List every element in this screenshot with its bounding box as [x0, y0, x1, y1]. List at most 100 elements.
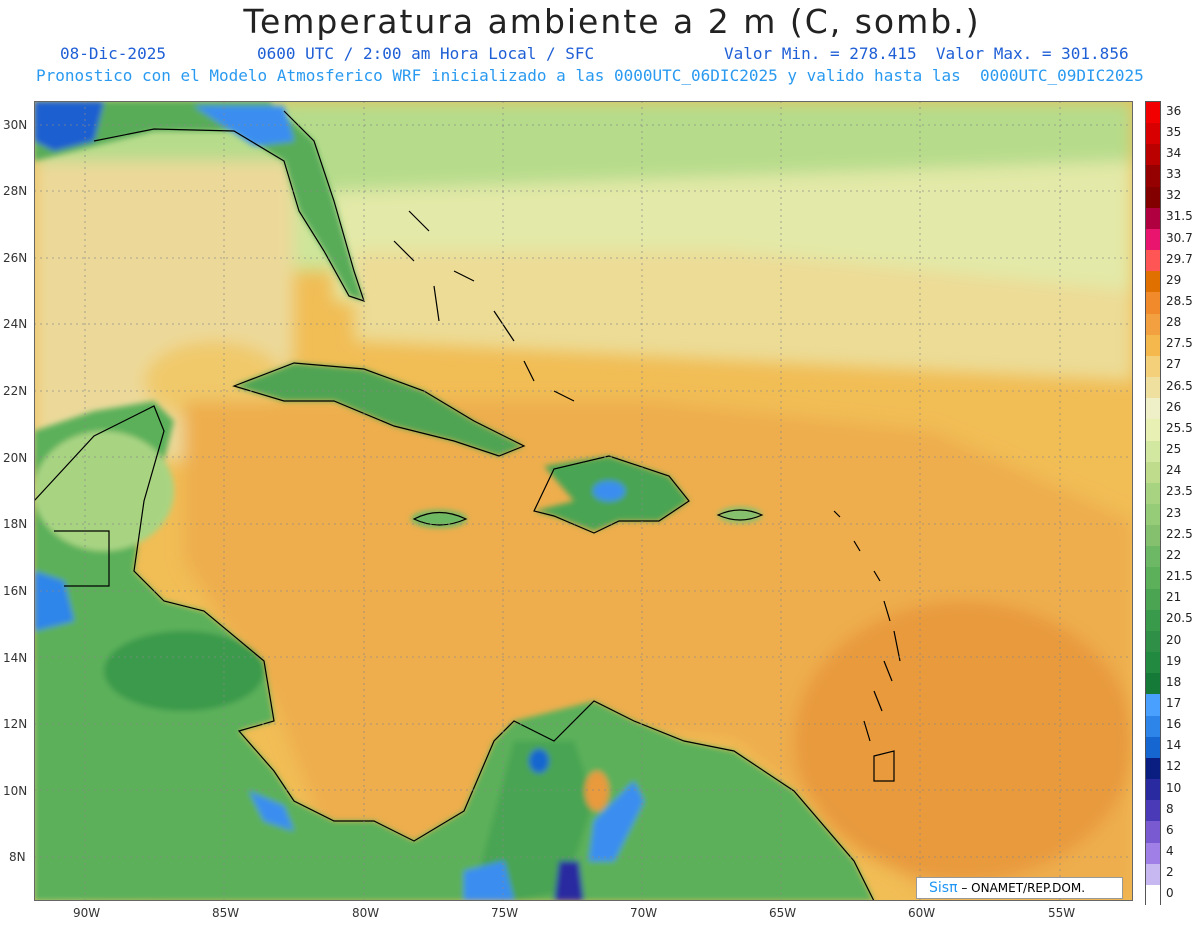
- colorbar-swatch: [1146, 694, 1160, 717]
- colorbar-label: 17: [1166, 696, 1182, 710]
- colorbar-swatch: [1146, 757, 1160, 780]
- map-title: Temperatura ambiente a 2 m (C, somb.): [243, 2, 981, 41]
- colorbar-label: 27.5: [1166, 336, 1193, 351]
- lat-label-30n: 30N: [3, 118, 28, 132]
- colorbar-label: 21.5: [1166, 569, 1193, 584]
- min-max-values: Valor Min. = 278.415 Valor Max. = 301.85…: [724, 44, 1129, 63]
- colorbar-swatch: [1146, 228, 1160, 251]
- colorbar-swatch: [1146, 461, 1160, 484]
- lat-label-18n: 18N: [3, 517, 28, 531]
- colorbar-swatch: [1146, 736, 1160, 759]
- forecast-date: 08-Dic-2025: [60, 44, 166, 63]
- colorbar-swatch: [1146, 292, 1160, 315]
- colorbar-label: 22: [1166, 547, 1182, 562]
- lat-label-24n: 24N: [3, 317, 28, 331]
- colorbar-label: 4: [1166, 844, 1174, 859]
- lat-label-8n: 8N: [9, 850, 26, 864]
- colorbar-label: 27: [1166, 357, 1182, 372]
- colorbar-label: 6: [1166, 822, 1174, 837]
- colorbar-label: 30.7: [1166, 230, 1193, 245]
- colorbar-swatch: [1146, 377, 1160, 399]
- valid-time: 0600 UTC / 2:00 am Hora Local / SFC: [257, 44, 595, 63]
- colorbar-label: 20: [1166, 632, 1182, 647]
- lat-label-16n: 16N: [3, 584, 28, 598]
- colorbar-label: 22.5: [1166, 526, 1193, 541]
- colorbar-label: 34: [1166, 145, 1182, 160]
- colorbar-swatch: [1146, 525, 1160, 547]
- temperature-map: [34, 101, 1133, 901]
- colorbar-swatch: [1146, 609, 1160, 632]
- colorbar-label: 26.5: [1166, 378, 1193, 393]
- colorbar: [1145, 101, 1161, 907]
- colorbar-label: 33: [1166, 167, 1182, 182]
- lon-label-70w: 70W: [630, 906, 658, 920]
- colorbar-swatch: [1146, 567, 1160, 590]
- colorbar-label: 31.5: [1166, 209, 1193, 224]
- lon-label-90w: 90W: [73, 906, 101, 920]
- colorbar-swatch: [1146, 673, 1160, 695]
- colorbar-label: 29: [1166, 272, 1182, 287]
- colorbar-label: 10: [1166, 780, 1182, 795]
- colorbar-label: 20.5: [1166, 611, 1193, 626]
- colorbar-label: 21: [1166, 590, 1182, 605]
- colorbar-swatch: [1146, 482, 1160, 505]
- colorbar-label: 12: [1166, 759, 1182, 774]
- colorbar-swatch: [1146, 884, 1160, 907]
- colorbar-label: 18: [1166, 674, 1182, 689]
- colorbar-label: 24: [1166, 463, 1182, 478]
- lon-label-65w: 65W: [769, 906, 797, 920]
- colorbar-swatch: [1146, 546, 1160, 568]
- colorbar-label: 23.5: [1166, 484, 1193, 499]
- lat-label-14n: 14N: [3, 651, 28, 665]
- colorbar-label: 14: [1166, 738, 1182, 753]
- colorbar-swatch: [1146, 779, 1160, 801]
- colorbar-swatch: [1146, 123, 1160, 145]
- colorbar-swatch: [1146, 207, 1160, 230]
- colorbar-label: 8: [1166, 801, 1174, 816]
- colorbar-swatch: [1146, 715, 1160, 738]
- colorbar-swatch: [1146, 313, 1160, 336]
- lon-label-60w: 60W: [908, 906, 936, 920]
- colorbar-swatch: [1146, 504, 1160, 526]
- colorbar-swatch: [1146, 165, 1160, 188]
- colorbar-label: 29.7: [1166, 251, 1193, 266]
- colorbar-swatch: [1146, 144, 1160, 166]
- credit-text: – ONAMET/REP.DOM.: [961, 881, 1086, 895]
- colorbar-label: 23: [1166, 505, 1182, 520]
- colorbar-swatch: [1146, 588, 1160, 611]
- colorbar-swatch: [1146, 355, 1160, 378]
- colorbar-label: 28: [1166, 315, 1182, 330]
- colorbar-label: 36: [1166, 103, 1182, 118]
- colorbar-label: 28.5: [1166, 294, 1193, 308]
- lon-label-55w: 55W: [1048, 906, 1076, 920]
- colorbar-swatch: [1146, 863, 1160, 886]
- colorbar-label: 25.5: [1166, 420, 1193, 435]
- colorbar-label: 35: [1166, 124, 1182, 139]
- colorbar-label: 26: [1166, 399, 1182, 414]
- colorbar-label: 32: [1166, 188, 1182, 203]
- colorbar-swatch: [1146, 630, 1160, 653]
- lat-label-12n: 12N: [3, 717, 28, 731]
- sispi-logo: Sisπ: [929, 880, 958, 896]
- lat-label-28n: 28N: [3, 184, 28, 198]
- colorbar-label: 16: [1166, 717, 1182, 732]
- colorbar-swatch: [1146, 842, 1160, 865]
- credit-box: Sisπ – ONAMET/REP.DOM.: [916, 877, 1123, 899]
- lat-label-22n: 22N: [3, 384, 28, 398]
- colorbar-swatch: [1146, 102, 1160, 124]
- model-info: Pronostico con el Modelo Atmosferico WRF…: [36, 66, 1144, 85]
- colorbar-swatch: [1146, 652, 1160, 674]
- colorbar-swatch: [1146, 419, 1160, 442]
- lat-label-10n: 10N: [3, 784, 28, 798]
- colorbar-swatch: [1146, 271, 1160, 293]
- colorbar-swatch: [1146, 186, 1160, 209]
- colorbar-swatch: [1146, 334, 1160, 357]
- lat-label-20n: 20N: [3, 451, 28, 465]
- colorbar-label: 0: [1166, 886, 1174, 901]
- lat-label-26n: 26N: [3, 251, 28, 265]
- colorbar-swatch: [1146, 250, 1160, 272]
- colorbar-swatch: [1146, 440, 1160, 463]
- colorbar-swatch: [1146, 821, 1160, 844]
- lon-label-80w: 80W: [352, 906, 380, 920]
- lon-label-75w: 75W: [491, 906, 519, 920]
